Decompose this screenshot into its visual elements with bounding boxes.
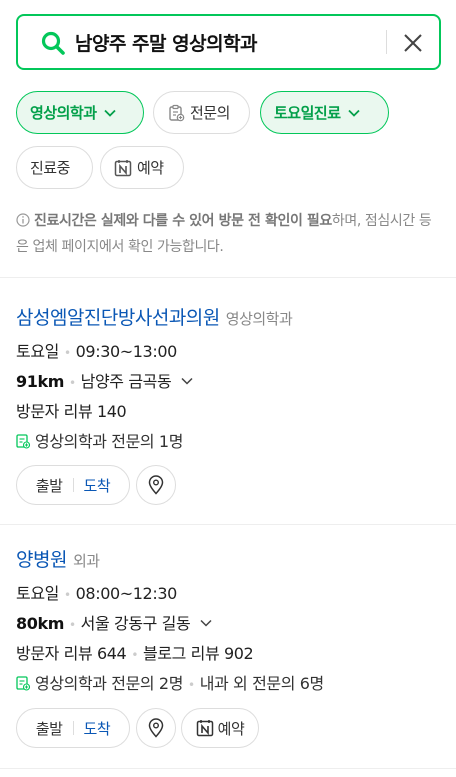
section-divider [0, 524, 456, 525]
booking-button[interactable]: 예약 [181, 708, 259, 748]
naver-booking-icon [114, 159, 132, 176]
filter-radiology-label: 영상의학과 [30, 104, 97, 122]
result-visitor-reviews[interactable]: 방문자 리뷰 140 [16, 402, 127, 421]
result-hours: 토요일 • 08:00~12:30 [16, 584, 178, 603]
result-title[interactable]: 삼성엠알진단방사선과의원 영상의학과 [16, 303, 293, 330]
depart-button[interactable]: 출발 [36, 718, 63, 739]
search-divider [386, 30, 387, 54]
result-address[interactable]: 서울 강동구 길동 [81, 614, 191, 633]
close-icon[interactable] [401, 31, 425, 55]
section-divider [0, 768, 456, 769]
result-location[interactable]: 91km • 남양주 금곡동 [16, 368, 194, 392]
directions-button[interactable]: 출발 도착 [16, 708, 130, 748]
result-category: 영상의학과 [225, 310, 293, 328]
clipboard-plus-icon [16, 434, 30, 449]
search-input[interactable]: 남양주 주말 영상의학과 [75, 29, 258, 56]
result-location[interactable]: 80km • 서울 강동구 길동 [16, 610, 213, 634]
result-name[interactable]: 양병원 [16, 549, 67, 571]
result-address[interactable]: 남양주 금곡동 [81, 372, 172, 391]
info-icon [16, 213, 30, 227]
result-specialists-extra: 내과 외 전문의 6명 [199, 674, 324, 693]
filter-open-now-label: 진료중 [30, 159, 70, 177]
location-pin-button[interactable] [136, 465, 176, 505]
result-title[interactable]: 양병원 외과 [16, 545, 100, 572]
result-reviews[interactable]: 방문자 리뷰 140 [16, 398, 127, 422]
result-specialists-text: 영상의학과 전문의 2명 [35, 674, 184, 693]
booking-button-label: 예약 [217, 719, 245, 738]
filter-booking-label: 예약 [137, 159, 164, 177]
clipboard-plus-icon [169, 104, 185, 121]
result-category: 외과 [72, 552, 100, 570]
result-distance: 80km [16, 614, 64, 633]
result-hours-value: 09:30~13:00 [75, 342, 178, 361]
result-visitor-reviews[interactable]: 방문자 리뷰 644 [16, 644, 127, 663]
hours-notice: 진료시간은 실제와 다를 수 있어 방문 전 확인이 필요하며, 점심시간 등은… [16, 208, 436, 260]
result-specialists: 영상의학과 전문의 1명 [16, 428, 183, 452]
chevron-down-icon [347, 109, 360, 117]
filter-open-now[interactable]: 진료중 [16, 146, 93, 189]
result-reviews[interactable]: 방문자 리뷰 644 • 블로그 리뷰 902 [16, 640, 254, 664]
filter-radiology[interactable]: 영상의학과 [16, 91, 144, 134]
depart-button[interactable]: 출발 [36, 475, 63, 496]
result-hours-value: 08:00~12:30 [75, 584, 178, 603]
arrive-button[interactable]: 도착 [84, 475, 111, 496]
filter-saturday[interactable]: 토요일진료 [260, 91, 389, 134]
result-hours: 토요일 • 09:30~13:00 [16, 342, 178, 361]
result-day: 토요일 [16, 342, 59, 361]
chevron-down-icon[interactable] [180, 374, 194, 388]
filter-specialist[interactable]: 전문의 [153, 91, 250, 134]
arrive-button[interactable]: 도착 [84, 718, 111, 739]
filter-booking[interactable]: 예약 [100, 146, 184, 189]
chevron-down-icon [103, 109, 116, 117]
location-pin-button[interactable] [136, 708, 176, 748]
clipboard-plus-icon [16, 676, 30, 691]
result-blog-reviews[interactable]: 블로그 리뷰 902 [143, 644, 254, 663]
result-day: 토요일 [16, 584, 59, 603]
directions-button[interactable]: 출발 도착 [16, 465, 130, 505]
filter-saturday-label: 토요일진료 [274, 104, 341, 122]
naver-booking-icon [196, 720, 213, 737]
search-icon [41, 31, 65, 55]
location-pin-icon [148, 718, 164, 738]
chevron-down-icon[interactable] [199, 616, 213, 630]
section-divider [0, 277, 456, 278]
result-specialists: 영상의학과 전문의 2명 • 내과 외 전문의 6명 [16, 670, 324, 694]
location-pin-icon [148, 475, 164, 495]
result-specialists-text: 영상의학과 전문의 1명 [35, 432, 184, 451]
result-distance: 91km [16, 372, 64, 391]
notice-bold: 진료시간은 실제와 다를 수 있어 방문 전 확인이 필요 [34, 213, 332, 229]
result-name[interactable]: 삼성엠알진단방사선과의원 [16, 307, 220, 329]
filter-specialist-label: 전문의 [190, 104, 230, 122]
search-bar[interactable]: 남양주 주말 영상의학과 [16, 14, 441, 70]
